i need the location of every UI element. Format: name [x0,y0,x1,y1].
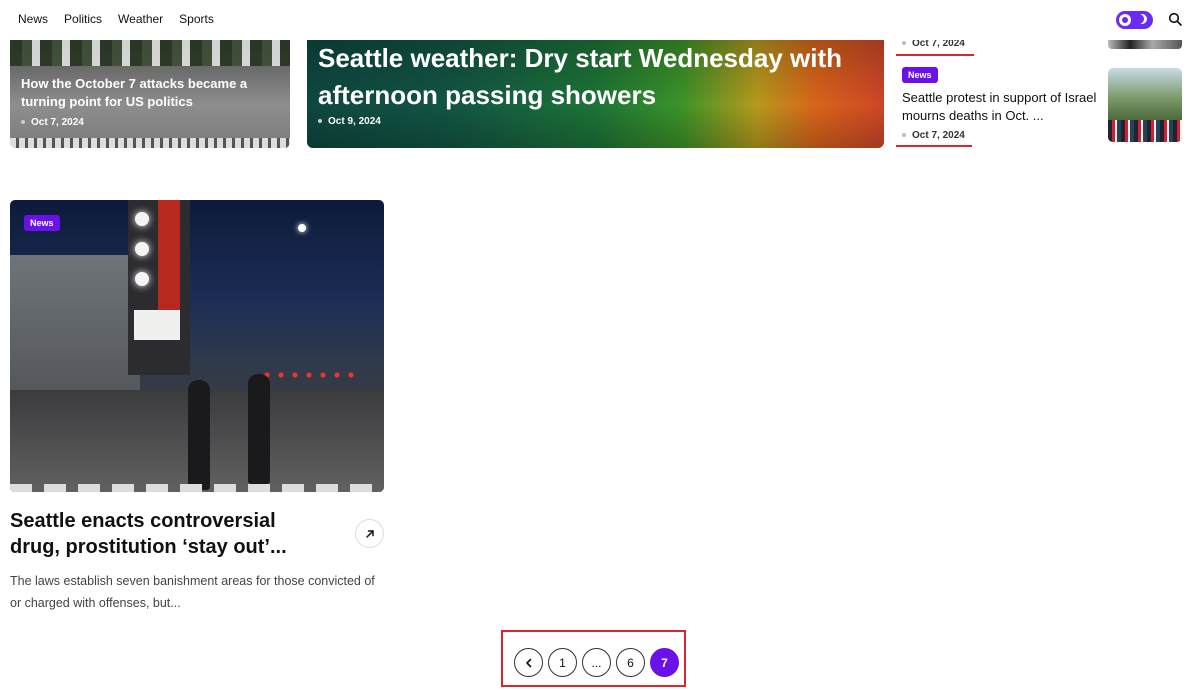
card-title: Seattle weather: Dry start Wednesday wit… [318,43,843,110]
card-image [10,40,290,66]
article-title[interactable]: Seattle enacts controversial drug, prost… [10,508,310,560]
card-date: Oct 7, 2024 [21,117,84,128]
card-date: Oct 9, 2024 [318,116,381,127]
sidebar-item-title[interactable]: Seattle protest in support of Israel mou… [902,89,1097,125]
date-highlight-underline [896,54,974,56]
nav-item-politics[interactable]: Politics [64,12,102,26]
top-navbar: News Politics Weather Sports [0,0,1200,40]
sidebar-thumbnail[interactable] [1108,40,1182,49]
pagination: 1 ... 6 7 [514,648,679,677]
chevron-left-icon [525,658,531,667]
previous-page-button[interactable] [514,648,543,677]
featured-card-weather[interactable]: Seattle weather: Dry start Wednesday wit… [307,40,884,148]
article-excerpt: The laws establish seven banishment area… [10,574,375,610]
nav-item-sports[interactable]: Sports [179,12,214,26]
category-badge[interactable]: News [24,215,60,231]
sun-icon [1119,14,1131,26]
card-title: How the October 7 attacks became a turni… [21,76,248,109]
page-button-1[interactable]: 1 [548,648,577,677]
nav-item-weather[interactable]: Weather [118,12,163,26]
featured-card-october-7[interactable]: How the October 7 attacks became a turni… [10,40,290,148]
sidebar-thumbnail[interactable] [1108,68,1182,142]
sidebar-item-date: Oct 7, 2024 [902,130,965,141]
moon-icon [1137,14,1147,24]
category-badge[interactable]: News [902,67,938,83]
date-highlight-underline [896,145,972,147]
page-button-6[interactable]: 6 [616,648,645,677]
open-article-button[interactable] [355,519,384,548]
page-ellipsis: ... [582,648,611,677]
main-nav: News Politics Weather Sports [18,12,214,26]
search-icon[interactable] [1168,12,1182,26]
theme-toggle[interactable] [1116,11,1153,29]
page-button-7-current[interactable]: 7 [650,648,679,677]
arrow-up-right-icon [365,529,374,538]
article-image[interactable] [10,200,384,492]
nav-item-news[interactable]: News [18,12,48,26]
